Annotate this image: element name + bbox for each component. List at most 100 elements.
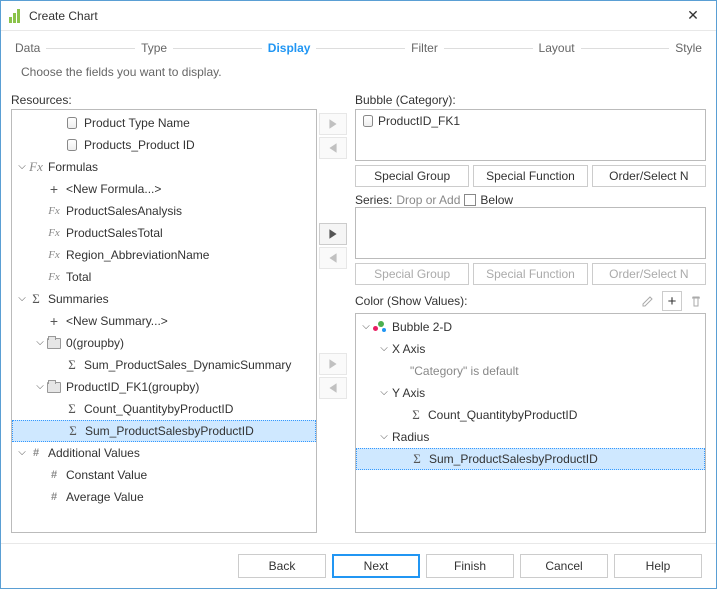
resource-row[interactable]: ⌵ ProductID_FK1(groupby) (12, 376, 316, 398)
add-to-color-button[interactable] (319, 353, 347, 375)
resource-label: Additional Values (46, 446, 140, 460)
resources-tree[interactable]: Product Type NameProducts_Product ID⌵FxF… (11, 109, 317, 533)
help-button[interactable]: Help (614, 554, 702, 578)
finish-button[interactable]: Finish (426, 554, 514, 578)
fx-big-icon: Fx (28, 160, 44, 174)
plus-icon: + (46, 182, 62, 196)
add-to-series-button[interactable] (319, 223, 347, 245)
window-title: Create Chart (29, 9, 98, 23)
series-dropzone[interactable] (355, 207, 706, 259)
step-display[interactable]: Display (268, 41, 311, 55)
order-select-n-button[interactable]: Order/Select N (592, 165, 706, 187)
color-value-label: Y Axis (390, 386, 425, 400)
step-separator (46, 48, 135, 49)
twisty-icon[interactable]: ⌵ (378, 431, 390, 442)
color-value-row[interactable]: ⌵ Bubble 2-D (356, 316, 705, 338)
resource-label: ProductSalesTotal (64, 226, 163, 240)
step-data[interactable]: Data (15, 41, 40, 55)
series-label: Series: (355, 193, 392, 207)
folder-icon (46, 380, 62, 394)
delete-button[interactable] (686, 291, 706, 311)
color-value-row[interactable]: ⌵X Axis (356, 338, 705, 360)
resource-row[interactable]: #Constant Value (12, 464, 316, 486)
color-value-row[interactable]: ⌵Radius (356, 426, 705, 448)
titlebar: Create Chart ✕ (1, 1, 716, 31)
back-button[interactable]: Back (238, 554, 326, 578)
resource-label: Region_AbbreviationName (64, 248, 209, 262)
step-subtitle: Choose the fields you want to display. (1, 61, 716, 93)
color-value-label: Sum_ProductSalesbyProductID (427, 452, 598, 466)
remove-from-color-button[interactable] (319, 377, 347, 399)
fx-icon: Fx (46, 270, 62, 284)
color-value-label: Count_QuantitybyProductID (426, 408, 577, 422)
twisty-icon[interactable]: ⌵ (34, 337, 46, 348)
color-value-row[interactable]: ⌵Y Axis (356, 382, 705, 404)
twisty-icon[interactable]: ⌵ (360, 321, 372, 332)
step-type[interactable]: Type (141, 41, 167, 55)
fx-icon: Fx (46, 248, 62, 262)
bubble-item[interactable]: ProductID_FK1 (356, 110, 705, 132)
step-filter[interactable]: Filter (411, 41, 438, 55)
resource-row[interactable]: FxTotal (12, 266, 316, 288)
resource-row[interactable]: ⌵ΣSummaries (12, 288, 316, 310)
resource-row[interactable]: Products_Product ID (12, 134, 316, 156)
resource-label: <New Formula...> (64, 182, 161, 196)
resource-row[interactable]: ⌵#Additional Values (12, 442, 316, 464)
hash-icon: # (46, 468, 62, 482)
remove-from-series-button[interactable] (319, 247, 347, 269)
resource-row[interactable]: FxRegion_AbbreviationName (12, 244, 316, 266)
twisty-icon[interactable]: ⌵ (16, 447, 28, 458)
db-icon (64, 116, 80, 130)
wizard-steps: Data Type Display Filter Layout Style (1, 31, 716, 61)
resource-row[interactable]: +<New Summary...> (12, 310, 316, 332)
color-value-label: X Axis (390, 342, 425, 356)
color-value-label: Bubble 2-D (390, 320, 452, 334)
fx-icon: Fx (46, 226, 62, 240)
twisty-icon[interactable]: ⌵ (378, 343, 390, 354)
db-icon (360, 114, 376, 128)
remove-from-bubble-button[interactable] (319, 137, 347, 159)
color-value-row[interactable]: "Category" is default (356, 360, 705, 382)
resource-row[interactable]: Product Type Name (12, 112, 316, 134)
color-show-values-label: Color (Show Values): (355, 294, 468, 308)
resource-row[interactable]: ⌵FxFormulas (12, 156, 316, 178)
color-value-row[interactable]: ΣSum_ProductSalesbyProductID (356, 448, 705, 470)
twisty-icon[interactable]: ⌵ (378, 387, 390, 398)
resource-row[interactable]: ⌵0(groupby) (12, 332, 316, 354)
hash-icon: # (46, 490, 62, 504)
step-layout[interactable]: Layout (539, 41, 575, 55)
sigma-icon: Σ (64, 402, 80, 416)
resource-row[interactable]: #Average Value (12, 486, 316, 508)
step-style[interactable]: Style (675, 41, 702, 55)
color-value-row[interactable]: ΣCount_QuantitybyProductID (356, 404, 705, 426)
resource-row[interactable]: +<New Formula...> (12, 178, 316, 200)
twisty-icon[interactable]: ⌵ (16, 161, 28, 172)
resource-row[interactable]: FxProductSalesTotal (12, 222, 316, 244)
resource-row[interactable]: ΣSum_ProductSales_DynamicSummary (12, 354, 316, 376)
resource-label: ProductSalesAnalysis (64, 204, 182, 218)
edit-button[interactable] (638, 291, 658, 311)
cancel-button[interactable]: Cancel (520, 554, 608, 578)
fx-icon: Fx (46, 204, 62, 218)
bubble-category-label: Bubble (Category): (355, 93, 706, 109)
resource-row[interactable]: ΣCount_QuantitybyProductID (12, 398, 316, 420)
resource-row[interactable]: ΣSum_ProductSalesbyProductID (12, 420, 316, 442)
special-group-button: Special Group (355, 263, 469, 285)
series-below-checkbox[interactable] (464, 194, 476, 206)
next-button[interactable]: Next (332, 554, 420, 578)
app-logo-icon (9, 9, 23, 23)
color-values-tree[interactable]: ⌵Bubble 2-D⌵X Axis"Category" is default⌵… (355, 313, 706, 533)
resource-label: Product Type Name (82, 116, 190, 130)
twisty-icon[interactable]: ⌵ (16, 293, 28, 304)
add-button[interactable]: + (662, 291, 682, 311)
folder-icon (46, 336, 62, 350)
close-button[interactable]: ✕ (678, 7, 708, 24)
special-function-button[interactable]: Special Function (473, 165, 587, 187)
series-hint: Drop or Add (396, 193, 460, 207)
resource-row[interactable]: FxProductSalesAnalysis (12, 200, 316, 222)
special-group-button[interactable]: Special Group (355, 165, 469, 187)
add-to-bubble-button[interactable] (319, 113, 347, 135)
resource-label: ProductID_FK1(groupby) (64, 380, 199, 394)
twisty-icon[interactable]: ⌵ (34, 381, 46, 392)
bubble-category-dropzone[interactable]: ProductID_FK1 (355, 109, 706, 161)
